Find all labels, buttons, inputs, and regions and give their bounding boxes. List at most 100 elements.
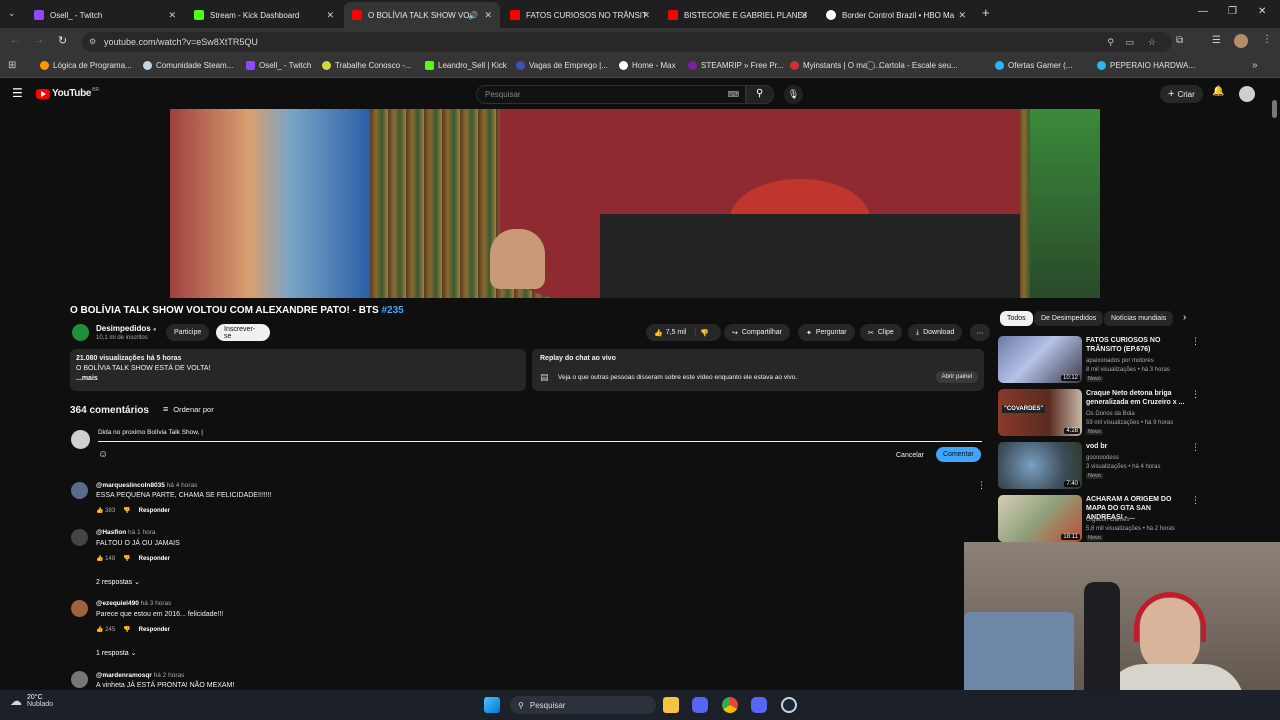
- cast-icon[interactable]: ▭: [1125, 32, 1134, 52]
- submit-comment-button[interactable]: Comentar: [936, 447, 981, 462]
- account-avatar[interactable]: [1239, 86, 1255, 102]
- bookmark-item[interactable]: Leandro_Sell | Kick: [425, 61, 507, 70]
- sort-comments-button[interactable]: ≡ Ordenar por: [163, 404, 214, 414]
- bookmark-item[interactable]: Cartola - Escale seu...: [866, 61, 958, 70]
- recommended-channel[interactable]: gooooodess: [1086, 454, 1186, 462]
- recommended-title[interactable]: Craque Neto detona briga generalizada em…: [1086, 389, 1186, 407]
- create-button[interactable]: + Criar: [1160, 85, 1203, 103]
- close-tab-icon[interactable]: ✕: [800, 10, 808, 21]
- browser-tab-hbo[interactable]: Border Control Brazil • HBO Ma ✕: [818, 2, 974, 28]
- video-menu-icon[interactable]: ⋮: [1191, 442, 1200, 453]
- comment-avatar[interactable]: [71, 671, 88, 688]
- chip-all[interactable]: Todos: [1000, 311, 1033, 326]
- recommended-channel[interactable]: apaixonados por motores: [1086, 357, 1186, 365]
- bookmark-item[interactable]: Trabalhe Conosco -...: [322, 61, 412, 70]
- steam-icon[interactable]: [781, 697, 797, 713]
- extensions-icon[interactable]: ⧉: [1176, 35, 1183, 46]
- tab-list-icon[interactable]: ⌄: [8, 8, 16, 19]
- browser-tab-youtube-active[interactable]: O BOLÍVIA TALK SHOW VO 🔊 ✕: [344, 2, 500, 28]
- reply-button[interactable]: Responder: [139, 556, 170, 562]
- cancel-comment-button[interactable]: Cancelar: [890, 449, 930, 463]
- bookmark-item[interactable]: STEAMRIP » Free Pr...: [688, 61, 784, 70]
- comment-dislike-button[interactable]: 👎: [123, 626, 130, 633]
- video-thumbnail[interactable]: 18:11: [998, 495, 1082, 542]
- emoji-picker-icon[interactable]: ☺: [98, 449, 108, 460]
- more-actions-button[interactable]: ⋯: [970, 324, 990, 341]
- video-thumbnail[interactable]: "COVARDES" 4:28: [998, 389, 1082, 436]
- bookmark-item[interactable]: Comunidade Steam...: [143, 61, 233, 70]
- search-input[interactable]: Pesquisar ⌨: [476, 85, 746, 104]
- video-player[interactable]: [170, 109, 1100, 298]
- close-window-icon[interactable]: ✕: [1258, 6, 1266, 17]
- close-tab-icon[interactable]: ✕: [642, 10, 650, 21]
- minimize-window-icon[interactable]: —: [1198, 6, 1208, 17]
- comment-like-button[interactable]: 👍 383: [96, 507, 115, 514]
- keyboard-icon[interactable]: ⌨: [727, 86, 739, 103]
- bookmark-item[interactable]: Lógica de Programa...: [40, 61, 132, 70]
- discord-icon[interactable]: [692, 697, 708, 713]
- profile-avatar[interactable]: [1234, 34, 1248, 48]
- bookmark-item[interactable]: Home - Max: [619, 61, 676, 70]
- bookmark-star-icon[interactable]: ☆: [1148, 32, 1156, 52]
- hamburger-menu-icon[interactable]: ☰: [12, 86, 23, 100]
- chip-from-channel[interactable]: De Desimpedidos: [1034, 311, 1104, 326]
- video-thumbnail[interactable]: 7:40: [998, 442, 1082, 489]
- bookmark-item[interactable]: PEPERAIO HARDWA...: [1097, 61, 1195, 70]
- comment-like-button[interactable]: 👍 148: [96, 555, 115, 562]
- audio-playing-icon[interactable]: 🔊: [468, 11, 478, 20]
- reply-button[interactable]: Responder: [139, 627, 170, 633]
- comment-menu-icon[interactable]: ⋮: [977, 480, 986, 491]
- join-button[interactable]: Participe: [166, 324, 210, 341]
- bookmark-item[interactable]: Vagas de Emprego |...: [516, 61, 608, 70]
- address-bar[interactable]: ⚙ youtube.com/watch?v=eSw8XtTR5QU ⚲ ▭ ☆: [82, 32, 1172, 52]
- restore-window-icon[interactable]: ❐: [1228, 6, 1237, 17]
- video-menu-icon[interactable]: ⋮: [1191, 336, 1200, 347]
- video-menu-icon[interactable]: ⋮: [1191, 389, 1200, 400]
- browser-menu-icon[interactable]: ⋮: [1262, 34, 1272, 45]
- open-chat-panel-button[interactable]: Abrir painel: [935, 371, 978, 383]
- like-button[interactable]: 👍 7,5 mil: [654, 329, 686, 337]
- ask-button[interactable]: ✦ Perguntar: [798, 324, 855, 341]
- youtube-logo[interactable]: YouTube BR: [36, 87, 99, 99]
- video-menu-icon[interactable]: ⋮: [1191, 495, 1200, 506]
- channel-name[interactable]: Desimpedidos ●: [96, 324, 157, 333]
- close-tab-icon[interactable]: ✕: [958, 10, 966, 21]
- search-button[interactable]: ⚲: [746, 85, 774, 104]
- bookmark-item[interactable]: Osell_ - Twitch: [246, 61, 311, 70]
- video-hashtag-link[interactable]: #235: [381, 305, 403, 316]
- chrome-icon[interactable]: [722, 697, 738, 713]
- search-tabs-icon[interactable]: ⚲: [1107, 32, 1114, 52]
- share-button[interactable]: ↪ Compartilhar: [724, 324, 790, 341]
- notifications-bell-icon[interactable]: 🔔: [1212, 86, 1224, 97]
- comment-author[interactable]: @mardenramosqr há 2 horas: [96, 672, 184, 679]
- recommended-channel[interactable]: Gigacon Games: [1086, 516, 1186, 524]
- weather-widget[interactable]: ☁ 20°C Nublado: [10, 694, 53, 708]
- clip-button[interactable]: ✂ Clipe: [860, 324, 902, 341]
- taskbar-search[interactable]: ⚲ Pesquisar: [510, 696, 656, 714]
- reload-icon[interactable]: ↻: [58, 34, 67, 47]
- reply-button[interactable]: Responder: [139, 508, 170, 514]
- dislike-button[interactable]: 👎: [700, 329, 709, 337]
- browser-tab-fatos[interactable]: FATOS CURIOSOS NO TRÂNSIT ✕: [502, 2, 658, 28]
- comment-author[interactable]: @marqueslincoln8035 há 4 horas: [96, 482, 197, 489]
- show-replies-button[interactable]: 2 respostas ⌄: [96, 578, 140, 586]
- comment-like-button[interactable]: 👍 245: [96, 626, 115, 633]
- description-box[interactable]: 21.080 visualizações há 5 horas O BOLÍVI…: [70, 349, 526, 391]
- comment-avatar[interactable]: [71, 600, 88, 617]
- show-replies-button[interactable]: 1 resposta ⌄: [96, 649, 137, 657]
- voice-search-icon[interactable]: 🎙: [784, 85, 803, 104]
- windows-start-icon[interactable]: [484, 697, 500, 713]
- discord-alt-icon[interactable]: [751, 697, 767, 713]
- subscribe-button[interactable]: Inscrever-se: [216, 324, 270, 341]
- comment-author[interactable]: @ezequiel490 há 3 horas: [96, 600, 171, 607]
- browser-tab-bistecone[interactable]: BISTECONE E GABRIEL PLANEJ ✕: [660, 2, 816, 28]
- show-more-link[interactable]: ...mais: [76, 374, 520, 384]
- chevron-right-icon[interactable]: ›: [1183, 312, 1186, 323]
- page-scrollbar[interactable]: [1272, 100, 1277, 118]
- recommended-title[interactable]: vod br: [1086, 442, 1186, 451]
- browser-tab-kick[interactable]: Stream - Kick Dashboard ✕: [186, 2, 342, 28]
- recommended-channel[interactable]: Os Donos da Bola: [1086, 410, 1186, 418]
- comment-dislike-button[interactable]: 👎: [123, 555, 130, 562]
- bookmark-item[interactable]: Ofertas Gamer (...: [995, 61, 1072, 70]
- apps-grid-icon[interactable]: ⊞: [8, 60, 16, 71]
